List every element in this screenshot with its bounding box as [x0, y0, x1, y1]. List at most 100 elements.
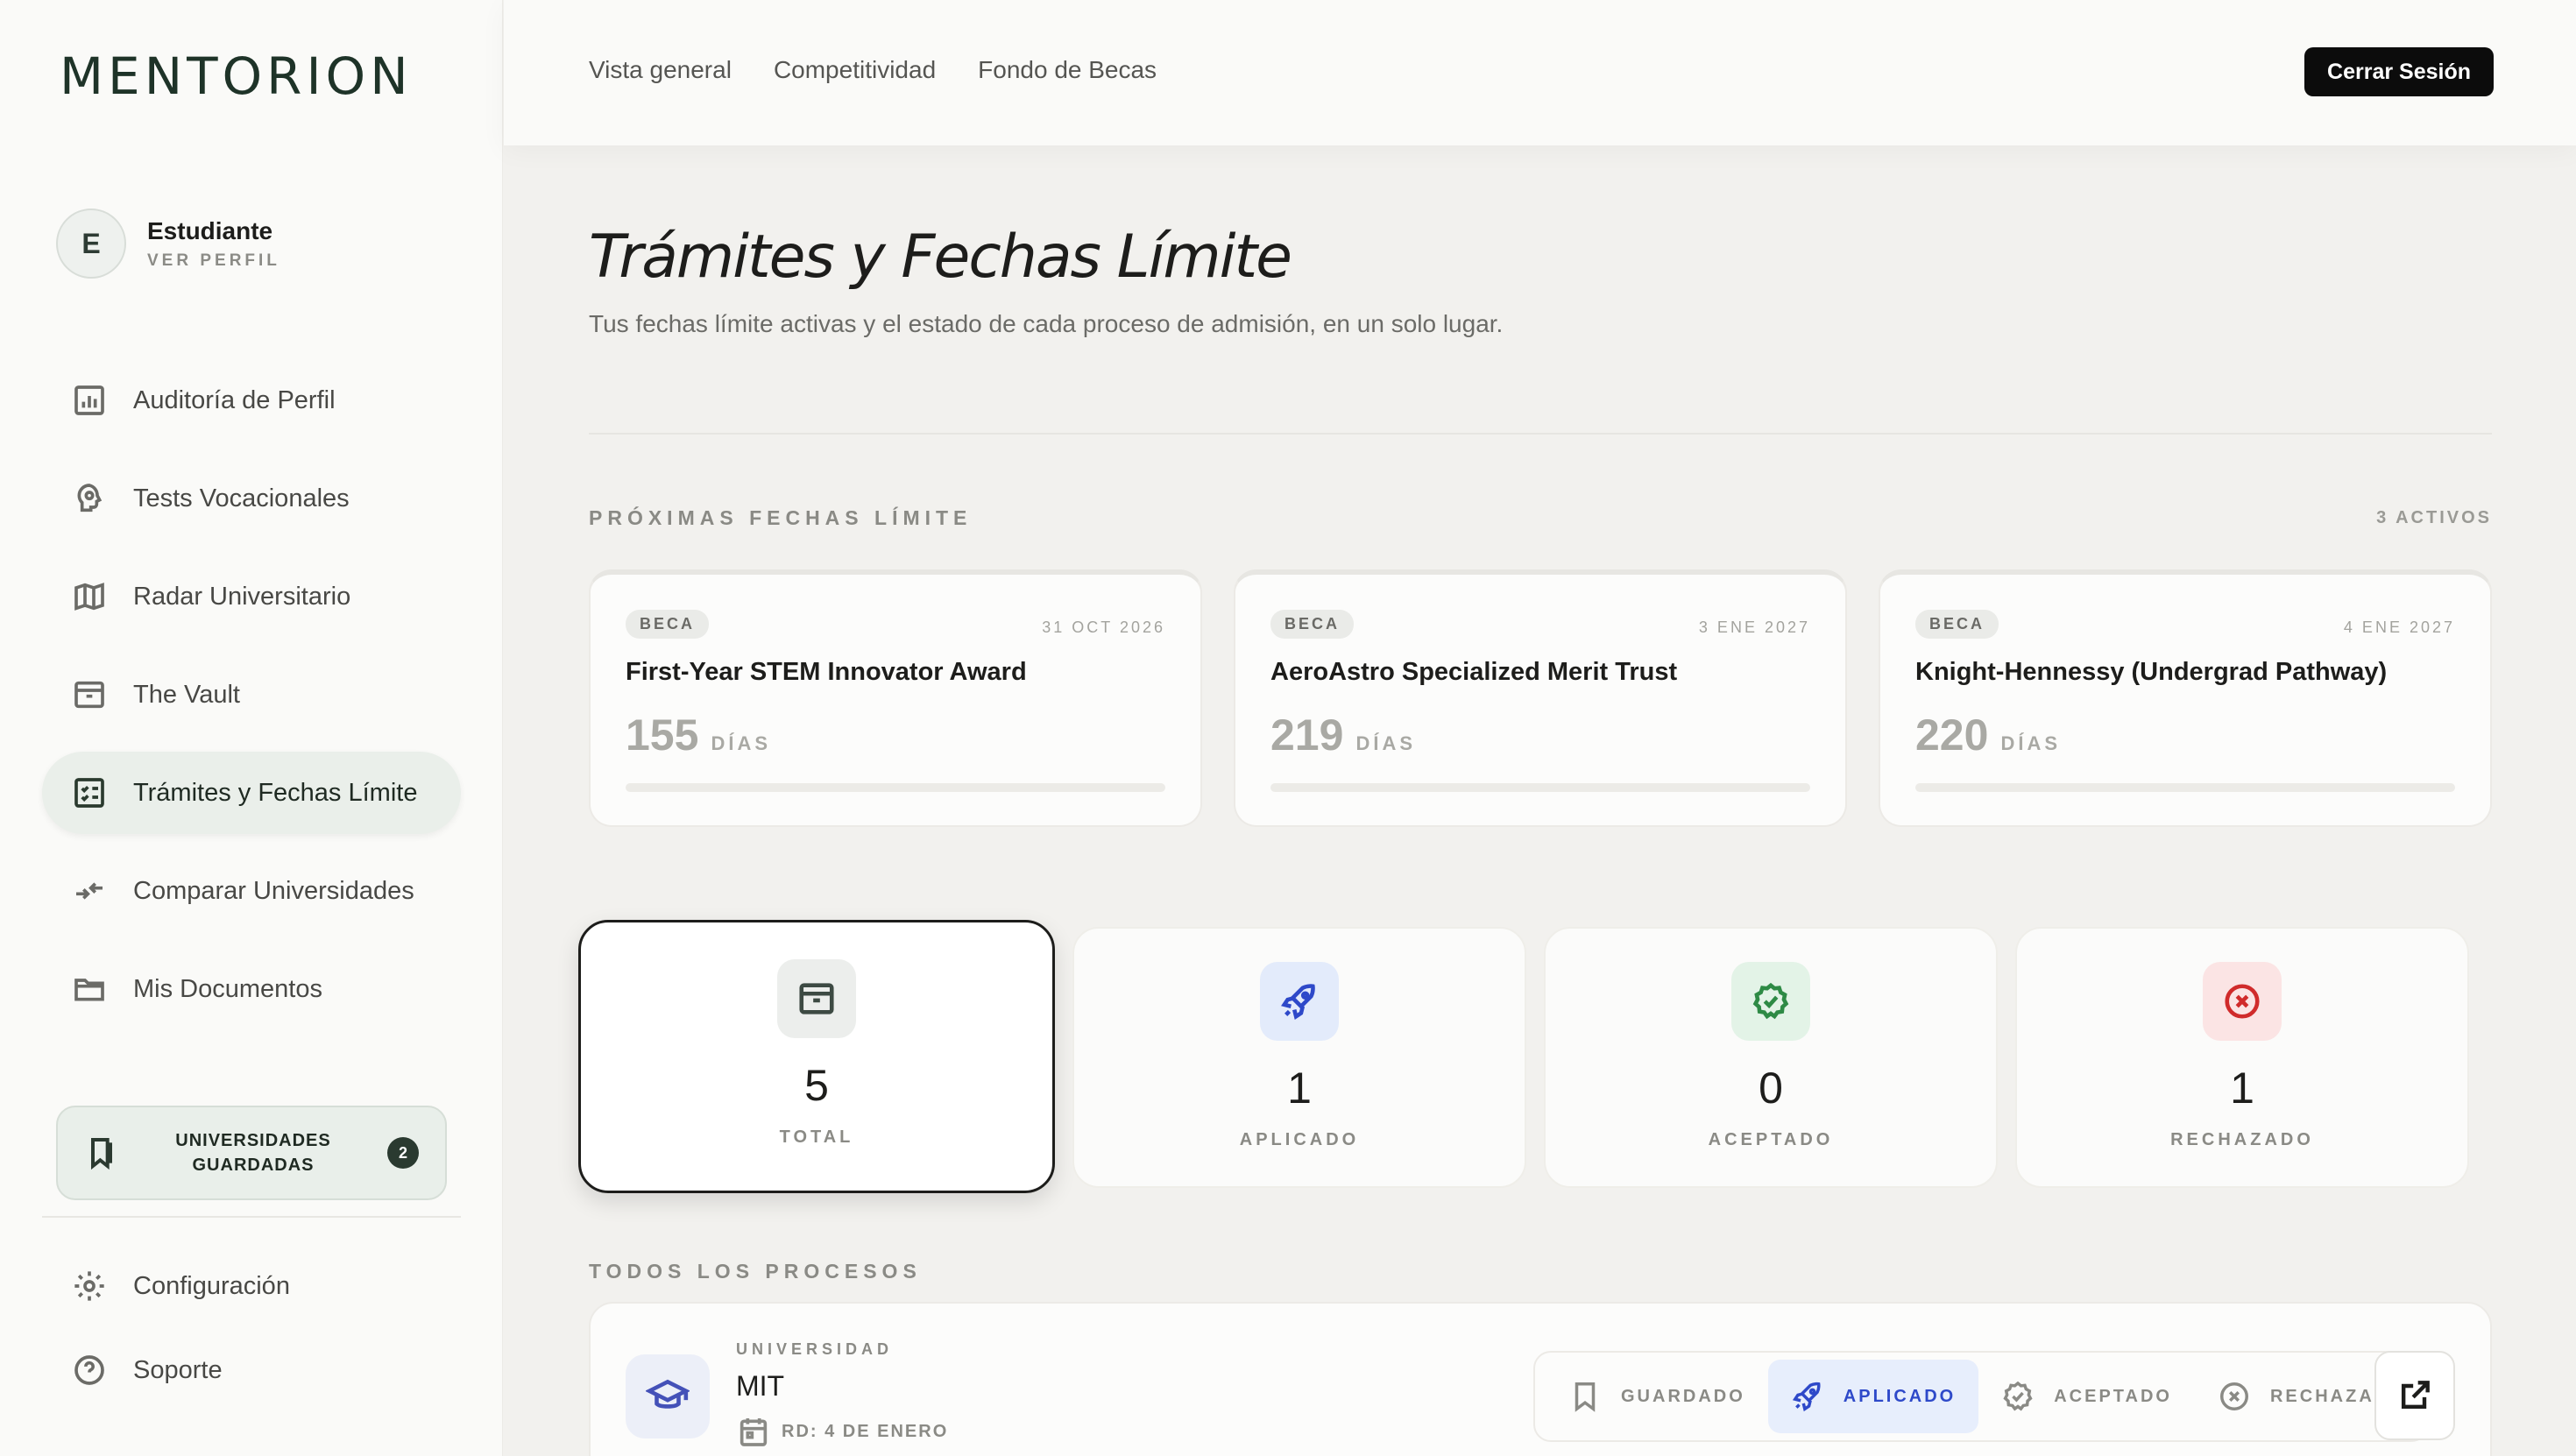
sidebar-item-label: Comparar Universidades — [133, 876, 414, 905]
stat-card-aceptado[interactable]: 0 ACEPTADO — [1544, 927, 1998, 1188]
checklist-icon — [74, 778, 104, 808]
sidebar-item-label: Trámites y Fechas Límite — [133, 778, 418, 807]
saved-universities-button[interactable]: UNIVERSIDADES GUARDADAS 2 — [56, 1106, 447, 1200]
deadline-progress — [626, 783, 1165, 792]
sidebar-item-configuracion[interactable]: Configuración — [42, 1253, 461, 1319]
stat-card-total[interactable]: 5 TOTAL — [578, 920, 1055, 1193]
sidebar-divider — [42, 1216, 461, 1218]
graduation-cap-icon — [646, 1379, 690, 1409]
profile-name: Estudiante — [147, 217, 273, 244]
process-card: UNIVERSIDAD MIT RD: 4 DE ENERO GUARDADO … — [589, 1302, 2492, 1456]
help-icon — [74, 1355, 104, 1385]
stat-label: APLICADO — [1239, 1130, 1360, 1149]
page-subtitle: Tus fechas límite activas y el estado de… — [589, 310, 1504, 337]
status-button-aplicado[interactable]: APLICADO — [1767, 1360, 1979, 1433]
deadline-days-unit: DÍAS — [2000, 732, 2061, 754]
top-link-competitividad[interactable]: Competitividad — [774, 56, 936, 84]
status-selector: GUARDADO APLICADO ACEPTADO RECHAZADO — [1533, 1351, 2429, 1442]
section-divider — [589, 433, 2492, 435]
verified-badge-icon — [2003, 1381, 2033, 1411]
sidebar-item-label: Auditoría de Perfil — [133, 385, 336, 414]
archive-icon — [799, 983, 834, 1014]
status-button-guardado[interactable]: GUARDADO — [1546, 1360, 1768, 1433]
open-external-button[interactable] — [2374, 1351, 2455, 1440]
deadline-days: 220 — [1915, 710, 1989, 760]
sidebar-item-radar[interactable]: Radar Universitario — [42, 555, 461, 638]
status-button-aceptado[interactable]: ACEPTADO — [1978, 1360, 2195, 1433]
archive-icon — [74, 681, 104, 709]
external-link-icon — [2401, 1381, 2430, 1410]
status-label: APLICADO — [1843, 1386, 1957, 1406]
stat-label: RECHAZADO — [2170, 1130, 2314, 1149]
sidebar-item-tramites[interactable]: Trámites y Fechas Límite — [42, 752, 461, 834]
deadline-cards: BECA 31 OCT 2026 First-Year STEM Innovat… — [589, 569, 2492, 827]
chart-icon — [74, 385, 104, 415]
sidebar-item-label: Tests Vocacionales — [133, 484, 350, 512]
deadline-card[interactable]: BECA 31 OCT 2026 First-Year STEM Innovat… — [589, 569, 1202, 827]
top-nav: Vista general Competitividad Fondo de Be… — [589, 56, 1157, 84]
compare-arrows-icon — [76, 882, 103, 900]
topbar: Vista general Competitividad Fondo de Be… — [504, 0, 2576, 145]
deadline-progress — [1915, 783, 2455, 792]
deadline-days: 155 — [626, 710, 699, 760]
saved-universities-label: UNIVERSIDADES GUARDADAS — [175, 1131, 331, 1175]
stat-label: ACEPTADO — [1708, 1130, 1834, 1149]
stat-icon-box — [1260, 962, 1339, 1041]
deadline-days-unit: DÍAS — [711, 732, 771, 754]
deadline-name: AeroAstro Specialized Merit Trust — [1270, 658, 1678, 686]
x-circle-icon — [2219, 1382, 2248, 1410]
process-deadline-text: RD: 4 DE ENERO — [782, 1421, 949, 1441]
sidebar-item-documentos[interactable]: Mis Documentos — [42, 948, 461, 1030]
sidebar-item-comparar[interactable]: Comparar Universidades — [42, 850, 461, 932]
sidebar-item-vault[interactable]: The Vault — [42, 654, 461, 736]
stat-value: 0 — [1759, 1064, 1783, 1113]
sidebar-item-label: Radar Universitario — [133, 582, 351, 611]
university-icon-box — [626, 1354, 710, 1438]
bookmark-icon — [1575, 1382, 1596, 1412]
deadline-date: 3 ENE 2027 — [1698, 618, 1810, 636]
deadline-tag: BECA — [1915, 610, 1999, 639]
profile-card[interactable]: E Estudiante VER PERFIL — [56, 209, 280, 279]
status-summary: 5 TOTAL 1 APLICADO 0 ACEPTADO 1 RECHAZAD… — [578, 920, 2469, 1193]
process-name: MIT — [736, 1370, 785, 1402]
gear-icon — [74, 1271, 104, 1301]
sidebar-item-soporte[interactable]: Soporte — [42, 1337, 461, 1403]
deadline-card[interactable]: BECA 4 ENE 2027 Knight-Hennessy (Undergr… — [1879, 569, 2492, 827]
sidebar-item-label: Soporte — [133, 1355, 223, 1384]
deadline-tag: BECA — [1270, 610, 1355, 639]
deadline-card[interactable]: BECA 3 ENE 2027 AeroAstro Specialized Me… — [1234, 569, 1847, 827]
calendar-icon — [740, 1418, 768, 1446]
stat-card-rechazado[interactable]: 1 RECHAZADO — [2015, 927, 2469, 1188]
saved-count-badge: 2 — [387, 1137, 419, 1169]
map-icon — [74, 583, 104, 611]
sidebar-item-tests[interactable]: Tests Vocacionales — [42, 457, 461, 540]
rocket-icon — [1281, 984, 1315, 1020]
rocket-icon — [1792, 1382, 1821, 1412]
process-kind: UNIVERSIDAD — [736, 1340, 894, 1358]
status-label: ACEPTADO — [2054, 1386, 2172, 1406]
avatar[interactable]: E — [56, 209, 126, 279]
deadline-tag: BECA — [626, 610, 710, 639]
deadline-days: 219 — [1270, 710, 1344, 760]
logout-button[interactable]: Cerrar Sesión — [2304, 47, 2494, 96]
top-link-fondo-becas[interactable]: Fondo de Becas — [978, 56, 1157, 84]
logo[interactable]: MENTORION — [60, 46, 413, 107]
sidebar-item-label: Mis Documentos — [133, 974, 322, 1003]
brain-icon — [77, 484, 103, 512]
bookmarks-icon — [91, 1138, 112, 1170]
deadline-name: First-Year STEM Innovator Award — [626, 658, 1027, 686]
stat-value: 1 — [1287, 1064, 1312, 1113]
page-title: Trámites y Fechas Límite — [589, 223, 1292, 292]
sidebar-nav: Auditoría de Perfil Tests Vocacionales R… — [42, 359, 461, 1046]
deadline-progress — [1270, 783, 1810, 792]
main-content: Trámites y Fechas Límite Tus fechas lími… — [504, 145, 2576, 1456]
sidebar-item-auditoria[interactable]: Auditoría de Perfil — [42, 359, 461, 442]
process-deadline: RD: 4 DE ENERO — [736, 1414, 948, 1449]
active-count: 3 ACTIVOS — [2376, 508, 2492, 527]
x-circle-icon — [2225, 984, 2260, 1019]
view-profile-link[interactable]: VER PERFIL — [147, 251, 280, 271]
top-link-vista-general[interactable]: Vista general — [589, 56, 732, 84]
sidebar-item-label: The Vault — [133, 680, 240, 709]
deadlines-section-title: PRÓXIMAS FECHAS LÍMITE — [589, 506, 973, 529]
stat-card-aplicado[interactable]: 1 APLICADO — [1072, 927, 1526, 1188]
